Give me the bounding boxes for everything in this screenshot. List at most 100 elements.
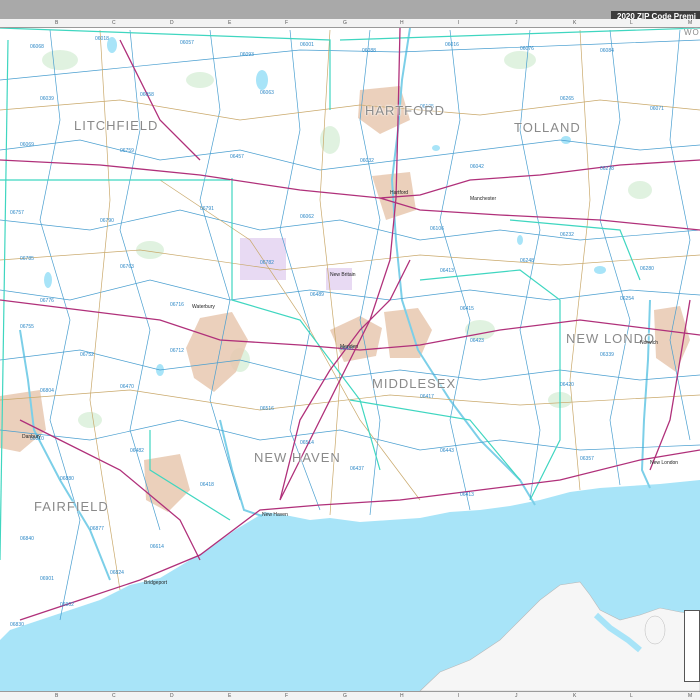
top-bar	[0, 0, 700, 19]
svg-text:06057: 06057	[180, 40, 194, 46]
city-label-norwich: Norwich	[640, 340, 659, 346]
ruler-top-label: H	[400, 20, 404, 26]
svg-text:06357: 06357	[580, 456, 594, 462]
svg-text:06614: 06614	[150, 544, 164, 550]
ruler-top-label: L	[630, 20, 633, 26]
svg-text:06418: 06418	[200, 482, 214, 488]
county-label-litchfield: LITCHFIELD	[74, 118, 159, 133]
svg-text:06032: 06032	[360, 158, 374, 164]
svg-text:06901: 06901	[40, 576, 54, 582]
ruler-bottom-label: E	[228, 693, 232, 699]
svg-text:06782: 06782	[260, 260, 274, 266]
svg-text:06076: 06076	[520, 46, 534, 52]
ruler-top-label: C	[112, 20, 116, 26]
svg-text:06069: 06069	[20, 142, 34, 148]
svg-text:06712: 06712	[170, 348, 184, 354]
svg-text:06018: 06018	[95, 36, 109, 42]
svg-text:06470: 06470	[120, 384, 134, 390]
svg-text:06084: 06084	[600, 48, 614, 54]
ruler-top-label: F	[285, 20, 289, 26]
ruler-bottom-label: L	[630, 693, 633, 699]
county-label-tolland: TOLLAND	[514, 120, 581, 135]
city-label-new-britain: New Britain	[330, 272, 356, 278]
svg-text:06339: 06339	[600, 352, 614, 358]
svg-text:06437: 06437	[350, 466, 364, 472]
ruler-bottom-label: K	[573, 693, 577, 699]
svg-text:06752: 06752	[80, 352, 94, 358]
ruler-top-label: M	[688, 20, 693, 26]
ruler-top-label: B	[55, 20, 59, 26]
svg-text:06514: 06514	[300, 440, 314, 446]
city-label-manchester: Manchester	[470, 196, 497, 202]
svg-text:06248: 06248	[520, 258, 534, 264]
svg-text:06830: 06830	[10, 622, 24, 628]
ruler-top-label: E	[228, 20, 232, 26]
city-label-meriden: Meriden	[340, 344, 359, 350]
svg-text:06420: 06420	[560, 382, 574, 388]
svg-text:06039: 06039	[40, 96, 54, 102]
svg-text:06232: 06232	[560, 232, 574, 238]
map-canvas[interactable]: 06068 06018 06057 06093 06001 06088 06016 060…	[0, 0, 700, 700]
map-legend[interactable]	[684, 610, 700, 682]
svg-text:06062: 06062	[300, 214, 314, 220]
svg-text:06759: 06759	[120, 148, 134, 154]
svg-text:06877: 06877	[90, 526, 104, 532]
ruler-top-label: K	[573, 20, 577, 26]
shelter-island	[644, 615, 666, 645]
svg-text:06413: 06413	[440, 268, 454, 274]
city-label-hartford: Hartford	[390, 190, 409, 196]
svg-text:06265: 06265	[560, 96, 574, 102]
svg-text:06757: 06757	[10, 210, 24, 216]
svg-text:06776: 06776	[40, 298, 54, 304]
svg-text:06278: 06278	[600, 166, 614, 172]
svg-text:06068: 06068	[30, 44, 44, 50]
svg-text:06423: 06423	[470, 338, 484, 344]
svg-text:06016: 06016	[445, 42, 459, 48]
svg-text:06763: 06763	[120, 264, 134, 270]
svg-text:06443: 06443	[440, 448, 454, 454]
city-label-waterbury: Waterbury	[192, 304, 215, 310]
svg-text:06516: 06516	[260, 406, 274, 412]
county-label-fairfield: FAIRFIELD	[34, 499, 109, 514]
svg-text:06785: 06785	[20, 256, 34, 262]
svg-text:06880: 06880	[60, 476, 74, 482]
svg-text:06790: 06790	[100, 218, 114, 224]
svg-text:06254: 06254	[620, 296, 634, 302]
grid-ruler-bottom: B C D E F G H I J K L M	[0, 691, 700, 700]
svg-text:06063: 06063	[260, 90, 274, 96]
svg-text:06280: 06280	[640, 266, 654, 272]
ruler-top-label: J	[515, 20, 518, 26]
svg-text:06413: 06413	[460, 492, 474, 498]
zip-code-map[interactable]: 06068 06018 06057 06093 06001 06088 06016 060…	[0, 0, 700, 700]
svg-text:06415: 06415	[460, 306, 474, 312]
svg-text:06088: 06088	[362, 48, 376, 54]
city-label-new-london: New London	[650, 460, 679, 466]
svg-text:06106: 06106	[430, 226, 444, 232]
ruler-top-label: G	[343, 20, 347, 26]
ruler-bottom-label: H	[400, 693, 404, 699]
city-label-new-haven: New Haven	[262, 512, 288, 518]
ruler-bottom-label: F	[285, 693, 289, 699]
ruler-bottom-label: B	[55, 693, 59, 699]
svg-text:06482: 06482	[130, 448, 144, 454]
county-label-middlesex: MIDDLESEX	[372, 376, 457, 391]
svg-text:06457: 06457	[230, 154, 244, 160]
svg-text:06489: 06489	[310, 292, 324, 298]
ruler-bottom-label: I	[458, 693, 460, 699]
ruler-bottom-label: G	[343, 693, 347, 699]
ruler-bottom-label: J	[515, 693, 518, 699]
city-label-bridgeport: Bridgeport	[144, 580, 168, 586]
svg-text:06791: 06791	[200, 206, 214, 212]
ruler-bottom-label: C	[112, 693, 116, 699]
ruler-bottom-label: D	[170, 693, 174, 699]
ruler-bottom-label: M	[688, 693, 693, 699]
svg-text:06804: 06804	[40, 388, 54, 394]
svg-text:06001: 06001	[300, 42, 314, 48]
svg-text:06840: 06840	[20, 536, 34, 542]
grid-ruler-top: B C D E F G H I J K L M	[0, 19, 700, 28]
svg-text:06093: 06093	[240, 52, 254, 58]
svg-text:06716: 06716	[170, 302, 184, 308]
county-label-wo: WO	[684, 28, 700, 37]
svg-text:06058: 06058	[140, 92, 154, 98]
svg-text:06824: 06824	[110, 570, 124, 576]
